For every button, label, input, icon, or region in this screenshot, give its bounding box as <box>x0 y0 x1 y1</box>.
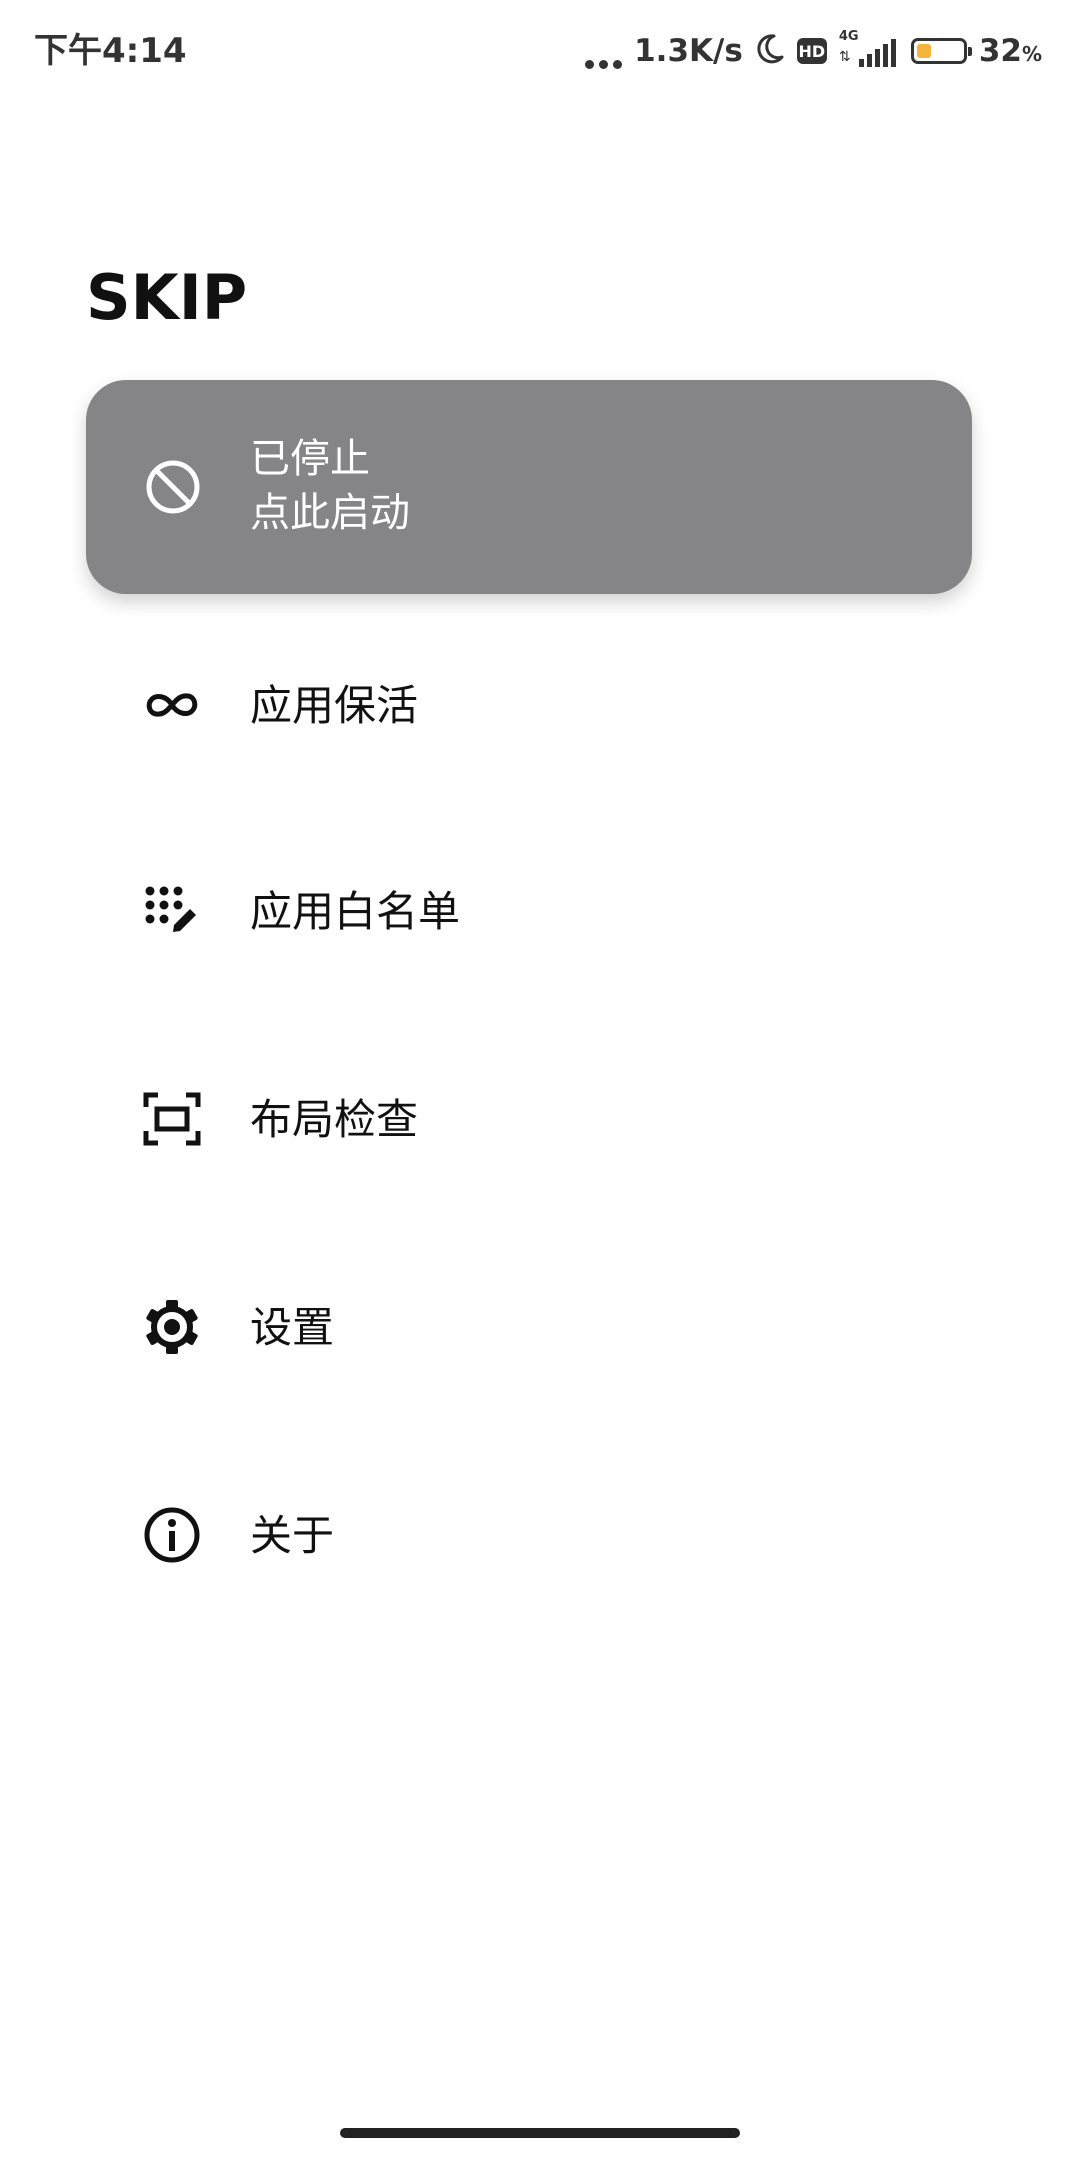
signal-icon: 4G ⇅ <box>838 29 899 71</box>
home-indicator[interactable] <box>340 2128 740 2138</box>
menu-item-whitelist[interactable]: 应用白名单 <box>86 826 972 996</box>
status-time: 下午4:14 <box>34 31 187 71</box>
service-status-label: 已停止 <box>250 436 370 482</box>
status-icons: 1.3K/s HD 4G ⇅ 32% <box>585 26 1042 76</box>
battery-icon <box>910 38 972 64</box>
status-bar: 下午4:14 1.3K/s HD 4G ⇅ 32% <box>0 0 1080 100</box>
page-title: SKIP <box>86 261 248 334</box>
battery-percent-number: 32 <box>978 33 1022 69</box>
menu-item-label: 布局检查 <box>250 1095 419 1144</box>
menu-item-settings[interactable]: 设置 <box>86 1242 972 1412</box>
service-toggle-card[interactable]: 已停止 点此启动 <box>86 380 972 594</box>
service-action-label: 点此启动 <box>250 490 410 536</box>
menu-item-keep-alive[interactable]: 应用保活 <box>86 620 972 790</box>
menu-item-about[interactable]: 关于 <box>86 1450 972 1620</box>
screen-frame-icon <box>142 1089 202 1149</box>
menu-item-label: 应用白名单 <box>250 887 461 936</box>
battery-percent: 32% <box>979 33 1042 69</box>
hd-icon: HD <box>796 38 827 64</box>
block-icon <box>144 458 202 516</box>
signal-bars <box>858 39 896 67</box>
menu-item-layout-inspect[interactable]: 布局检查 <box>86 1034 972 1204</box>
more-dots-icon <box>585 45 623 69</box>
battery-percent-sign: % <box>1021 42 1042 66</box>
moon-icon <box>755 33 785 69</box>
menu-item-label: 应用保活 <box>250 681 419 730</box>
dialpad-edit-icon <box>142 881 202 941</box>
net-speed: 1.3K/s <box>634 33 743 69</box>
battery-fill <box>916 44 931 58</box>
gear-icon <box>142 1297 202 1357</box>
menu-item-label: 设置 <box>250 1303 335 1352</box>
network-type: 4G <box>838 29 859 44</box>
data-arrows-icon: ⇅ <box>838 49 851 65</box>
menu-item-label: 关于 <box>250 1511 335 1560</box>
service-status-text: 已停止 点此启动 <box>250 432 410 540</box>
infinity-icon <box>142 675 202 735</box>
info-icon <box>142 1505 202 1565</box>
